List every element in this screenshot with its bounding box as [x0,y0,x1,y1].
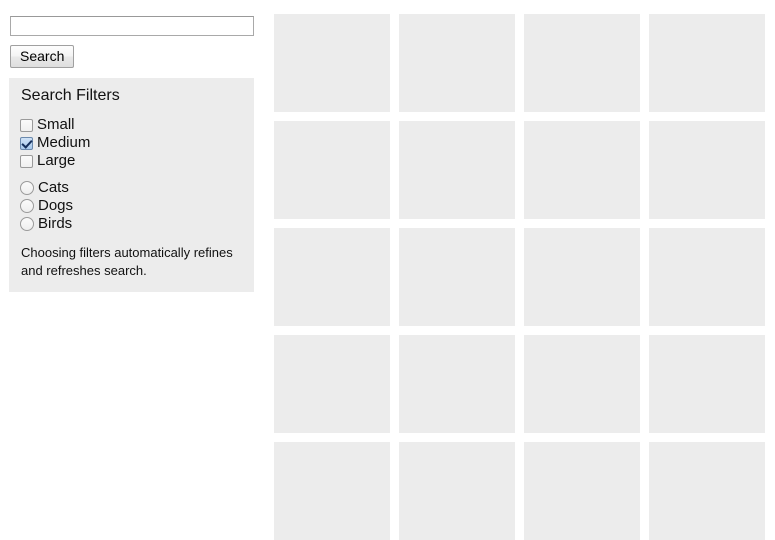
result-cell[interactable] [399,228,515,326]
filter-label-birds: Birds [38,215,73,232]
result-cell[interactable] [524,442,640,540]
result-cell[interactable] [649,442,765,540]
filters-help-text: Choosing filters automatically refines a… [21,245,233,278]
checkbox-icon[interactable] [20,118,33,132]
result-cell[interactable] [649,335,765,433]
result-cell[interactable] [524,228,640,326]
result-cell[interactable] [524,335,640,433]
filters-panel-title: Search Filters [21,87,120,104]
animal-filter-group: Cats Dogs Birds [20,179,73,233]
filter-checkbox-medium[interactable]: Medium [20,134,90,152]
result-cell[interactable] [399,14,515,112]
result-cell[interactable] [649,121,765,219]
filter-checkbox-small[interactable]: Small [20,116,90,134]
filter-radio-birds[interactable]: Birds [20,215,73,233]
search-input[interactable] [10,16,254,36]
result-cell[interactable] [399,335,515,433]
checkbox-checked-icon[interactable] [20,136,33,150]
filter-label-large: Large [37,152,76,169]
search-results-grid [274,14,770,540]
search-sidebar: Search Search Filters Small Medium Large… [0,0,266,512]
result-cell[interactable] [649,14,765,112]
result-cell[interactable] [399,442,515,540]
filter-label-small: Small [37,116,75,133]
result-cell[interactable] [649,228,765,326]
search-button[interactable]: Search [10,45,75,68]
filter-label-dogs: Dogs [38,197,74,214]
filter-checkbox-large[interactable]: Large [20,152,90,170]
checkbox-icon[interactable] [20,154,33,168]
result-cell[interactable] [274,228,390,326]
result-cell[interactable] [524,14,640,112]
radio-icon[interactable] [20,199,34,213]
filter-label-medium: Medium [37,134,91,151]
result-cell[interactable] [399,121,515,219]
result-cell[interactable] [274,14,390,112]
size-filter-group: Small Medium Large [20,116,90,170]
radio-icon[interactable] [20,217,34,231]
result-cell[interactable] [274,335,390,433]
filter-label-cats: Cats [38,179,69,196]
filter-radio-dogs[interactable]: Dogs [20,197,73,215]
result-cell[interactable] [274,442,390,540]
search-filters-panel: Search Filters Small Medium Large Cats D… [9,78,254,292]
result-cell[interactable] [274,121,390,219]
filter-radio-cats[interactable]: Cats [20,179,73,197]
result-cell[interactable] [524,121,640,219]
radio-icon[interactable] [20,181,34,195]
